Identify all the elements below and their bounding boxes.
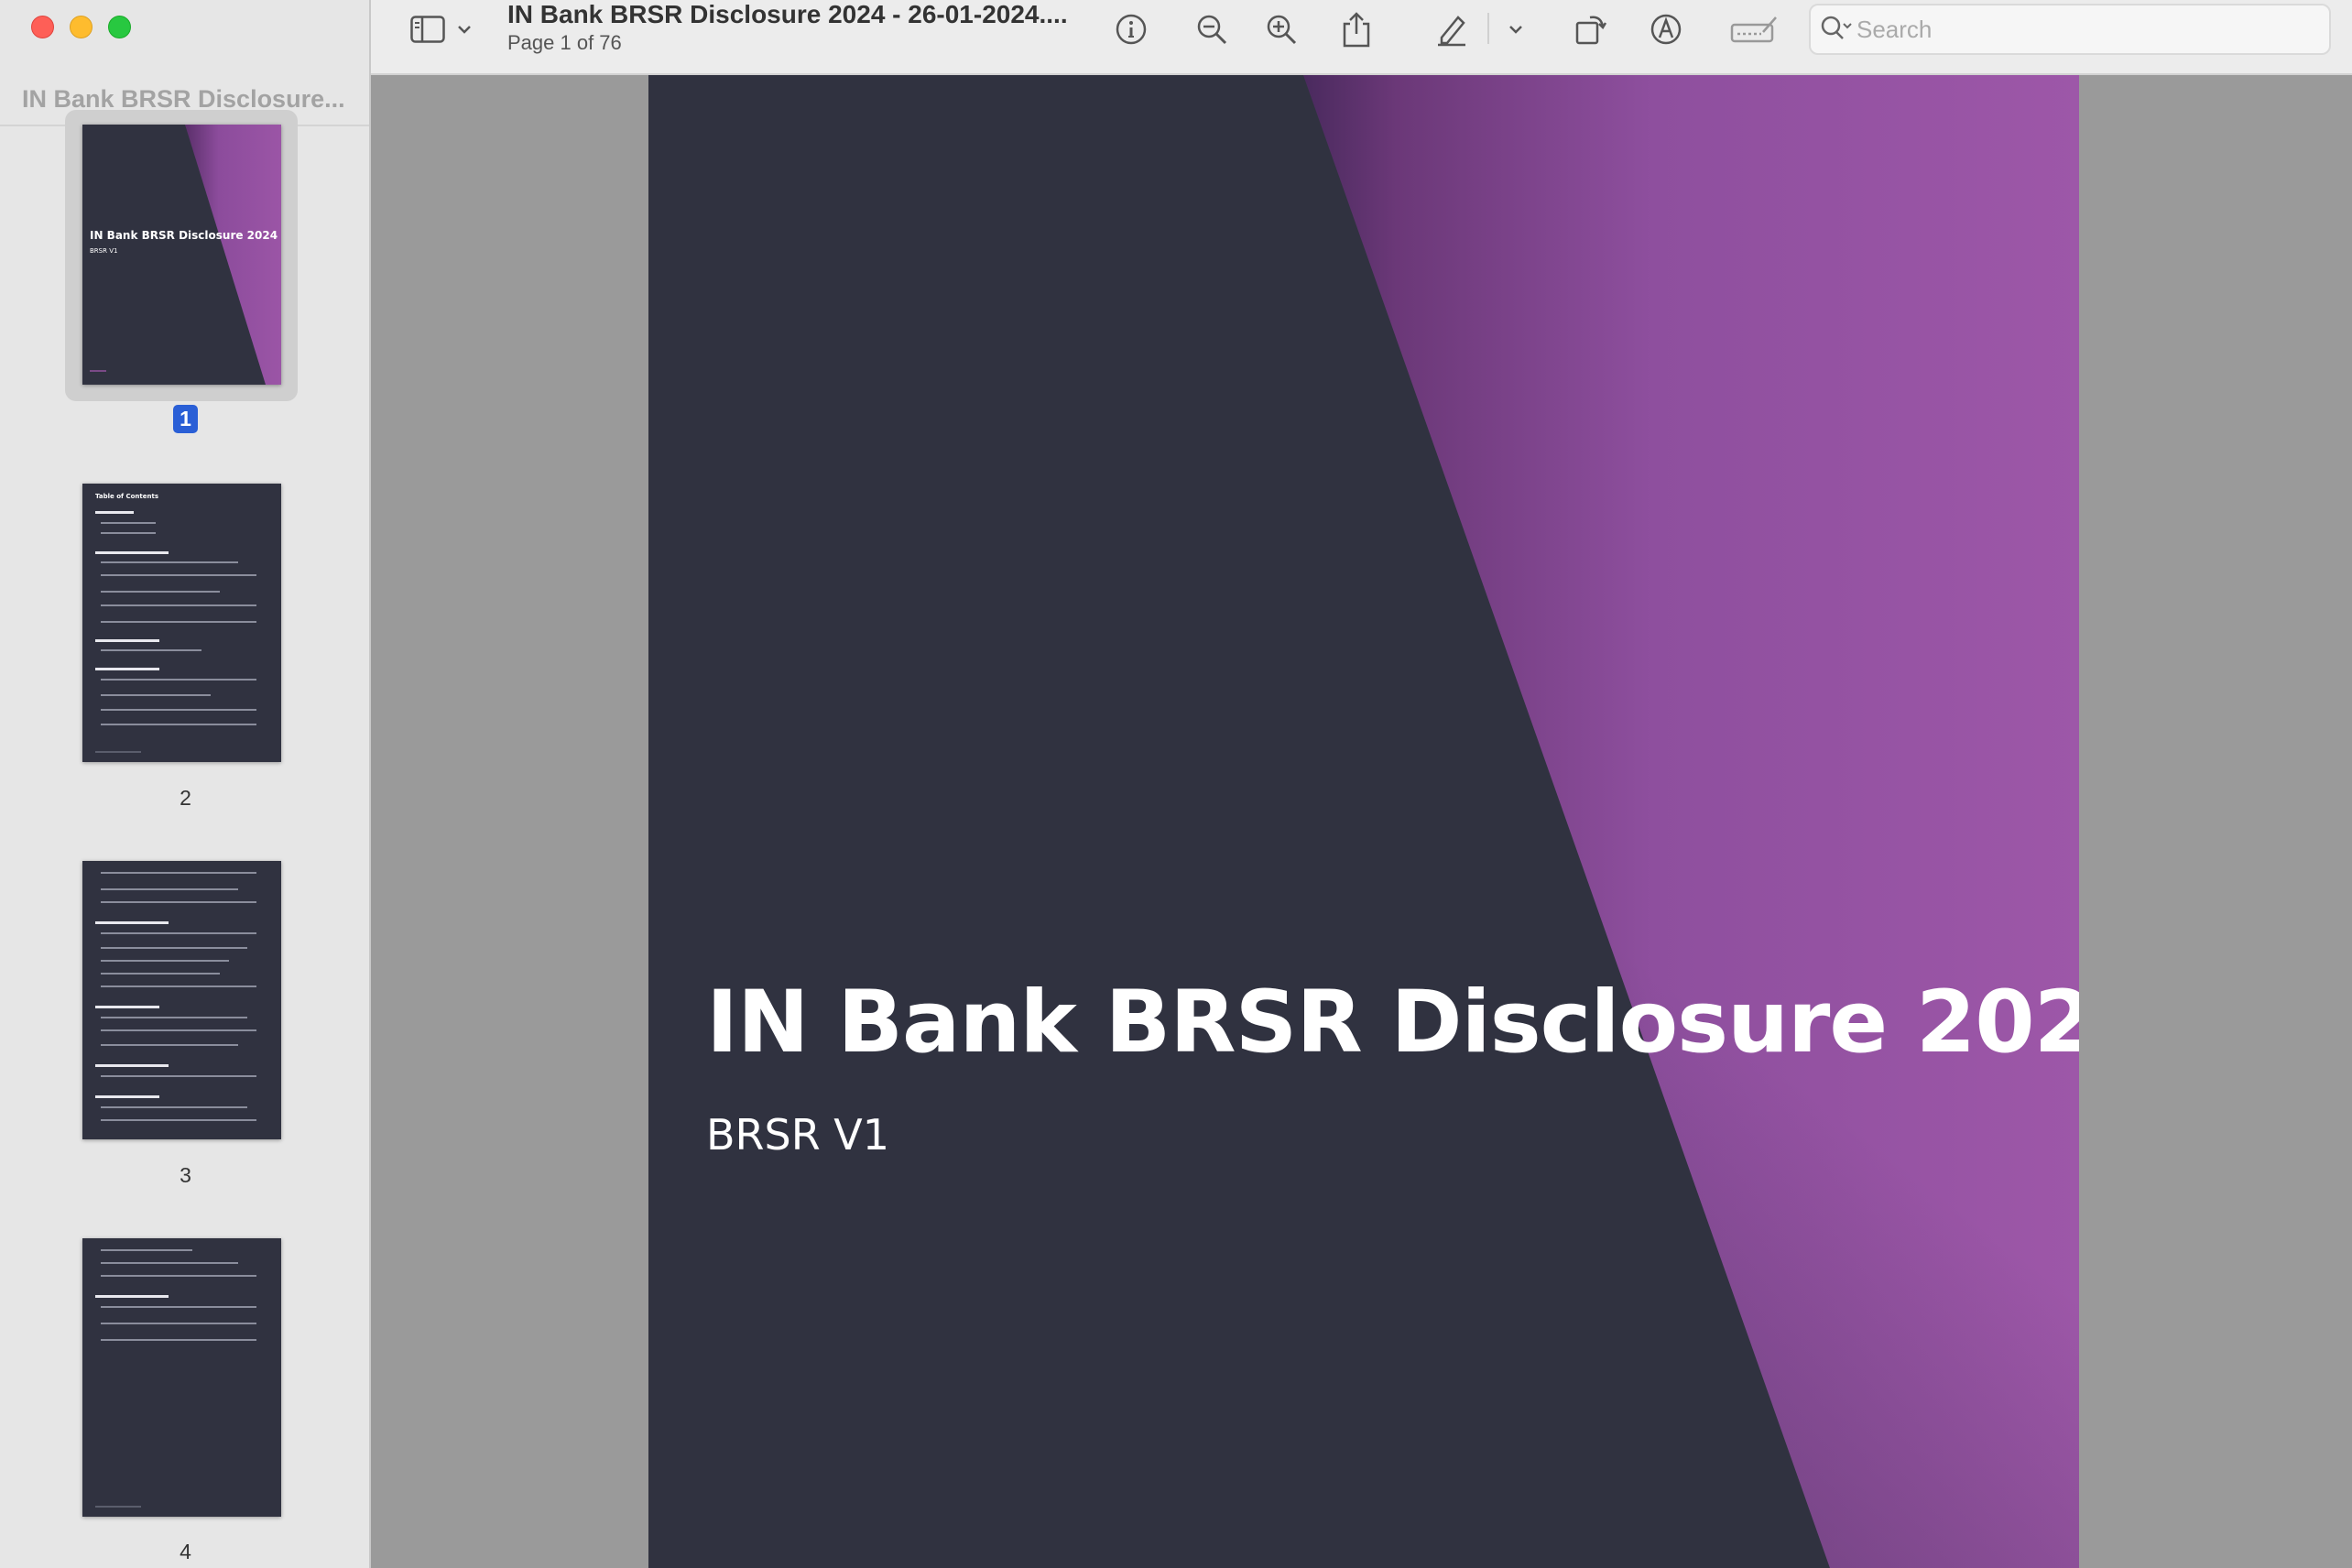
chevron-down-icon: [1509, 26, 1522, 34]
highlight-button[interactable]: [1432, 9, 1472, 49]
sidebar-toggle-icon: [410, 16, 445, 43]
document-title: IN Bank BRSR Disclosure 2024 - 26-01-202…: [507, 0, 1068, 28]
share-button[interactable]: [1336, 9, 1377, 49]
zoom-out-button[interactable]: [1192, 9, 1232, 49]
sidebar-options-button[interactable]: [452, 9, 477, 49]
minimize-window-button[interactable]: [70, 16, 93, 38]
thumbnail-toc-heading: Table of Contents: [95, 493, 159, 500]
thumbnail-cover-title: IN Bank BRSR Disclosure 2024: [90, 229, 278, 242]
search-input[interactable]: [1857, 13, 2314, 46]
rotate-button[interactable]: [1571, 9, 1611, 49]
thumbnail-page-3[interactable]: [82, 861, 281, 1139]
thumbnail-label-1: 1: [0, 405, 369, 433]
thumbnail-label-2: 2: [180, 786, 191, 810]
window-controls: [31, 16, 131, 38]
maximize-window-button[interactable]: [108, 16, 131, 38]
cover-background-art: [648, 75, 2079, 1568]
rotate-icon: [1575, 16, 1607, 45]
thumbnail-cover-subtitle: BRSR V1: [90, 247, 118, 255]
form-fill-button[interactable]: [1728, 9, 1780, 49]
toolbar: IN Bank BRSR Disclosure 2024 - 26-01-202…: [371, 0, 2352, 75]
thumbnail-page-1[interactable]: IN Bank BRSR Disclosure 2024 BRSR V1: [82, 125, 281, 385]
close-window-button[interactable]: [31, 16, 54, 38]
thumbnail-sidebar: IN Bank BRSR Disclosure... IN Bank BRSR …: [0, 0, 371, 1568]
cover-title: IN Bank BRSR Disclosure 2024: [706, 973, 2079, 1073]
highlighter-icon: [1438, 16, 1465, 47]
thumbnail-page-4[interactable]: [82, 1238, 281, 1517]
pdf-page-1: IN Bank BRSR Disclosure 2024 BRSR V1: [648, 75, 2079, 1568]
markup-icon: [1650, 14, 1682, 45]
thumbnail-footer-mark: [90, 370, 106, 372]
sidebar-toggle-button[interactable]: [408, 9, 448, 49]
search-icon: [1821, 16, 1852, 39]
markup-button[interactable]: [1646, 9, 1686, 49]
thumbnail-page-2[interactable]: Table of Contents: [82, 484, 281, 762]
zoom-out-icon: [1197, 15, 1227, 45]
zoom-in-button[interactable]: [1261, 9, 1301, 49]
zoom-in-icon: [1267, 15, 1297, 45]
page-indicator: Page 1 of 76: [507, 31, 622, 54]
highlight-options-button[interactable]: [1503, 9, 1529, 49]
share-icon: [1343, 12, 1370, 48]
toolbar-separator: [1487, 13, 1489, 44]
search-field[interactable]: [1809, 4, 2331, 55]
info-icon: [1116, 14, 1147, 45]
info-button[interactable]: [1111, 9, 1151, 49]
signature-icon: [1730, 16, 1777, 43]
thumbnail-cover-art: [82, 125, 281, 385]
thumbnail-label-4: 4: [180, 1540, 191, 1563]
document-viewer[interactable]: IN Bank BRSR Disclosure 2024 BRSR V1: [371, 75, 2352, 1568]
cover-subtitle: BRSR V1: [706, 1110, 890, 1160]
thumbnail-label-3: 3: [180, 1163, 191, 1187]
chevron-down-icon: [458, 26, 471, 34]
